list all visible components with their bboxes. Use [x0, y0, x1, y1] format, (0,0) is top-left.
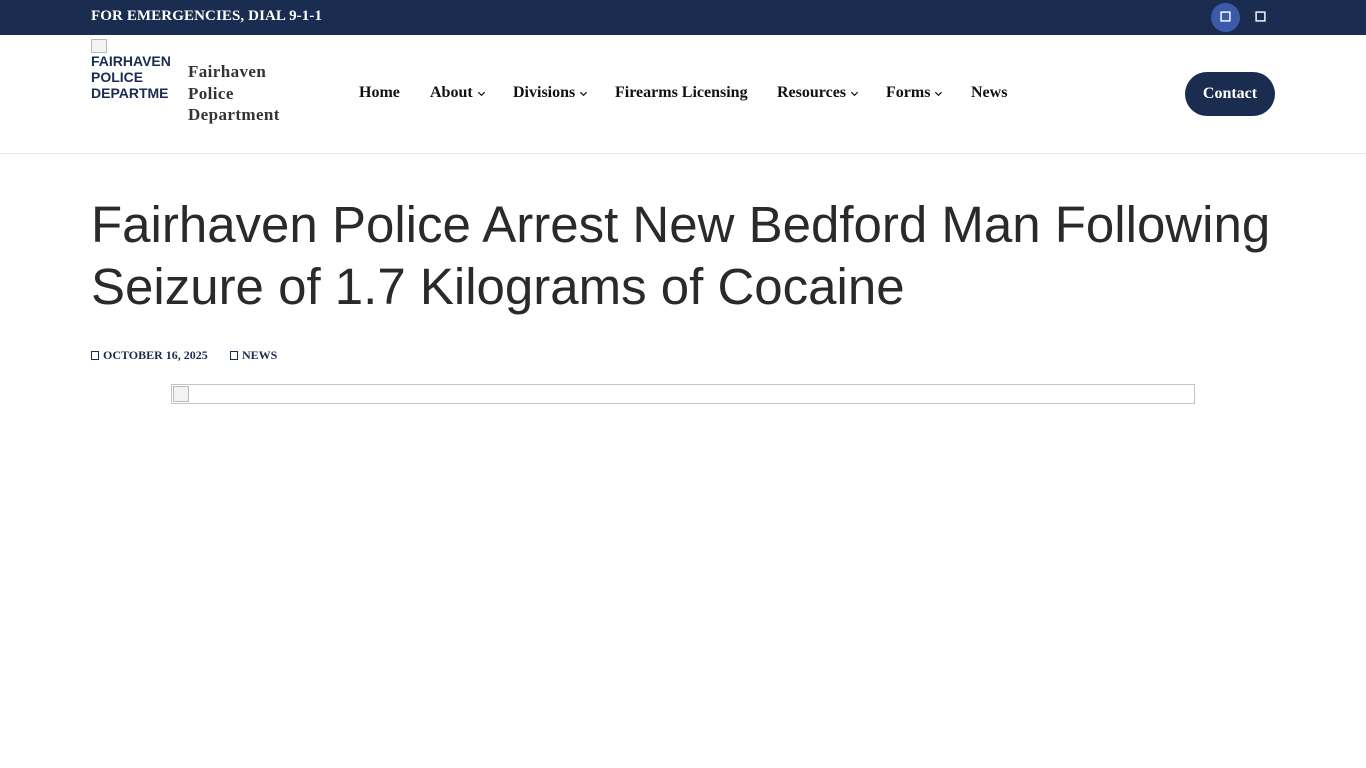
article-title: Fairhaven Police Arrest New Bedford Man … — [91, 196, 1271, 315]
nav-item-forms[interactable]: Forms — [886, 84, 943, 102]
site-name[interactable]: Fairhaven Police Department — [188, 61, 298, 126]
nav-item-label: About — [430, 84, 473, 101]
chevron-down-icon — [850, 91, 859, 96]
broken-image-icon — [173, 386, 189, 402]
emergency-notice: FOR EMERGENCIES, DIAL 9-1-1 — [91, 8, 323, 24]
nav-item-label: News — [971, 84, 1008, 101]
nav-item-label: Forms — [886, 84, 931, 101]
nav-item-label: Home — [359, 84, 400, 101]
site-logo[interactable]: FAIRHAVEN POLICE DEPARTME — [91, 39, 181, 103]
nav-item-news[interactable]: News — [971, 84, 1007, 102]
nav-item-firearms-licensing[interactable]: Firearms Licensing — [615, 84, 748, 102]
folder-icon — [230, 351, 238, 360]
contact-button[interactable]: Contact — [1185, 72, 1275, 116]
post-date-text: OCTOBER 16, 2025 — [103, 348, 208, 362]
calendar-icon — [91, 351, 99, 360]
featured-image — [171, 384, 1195, 404]
nav-item-label: Firearms Licensing — [615, 84, 748, 101]
chevron-down-icon — [935, 91, 943, 96]
nav-item-divisions[interactable]: Divisions — [513, 84, 588, 102]
post-category-text: NEWS — [242, 348, 278, 362]
top-bar: FOR EMERGENCIES, DIAL 9-1-1 — [0, 0, 1366, 35]
chevron-down-icon — [580, 91, 588, 96]
broken-image-icon — [91, 39, 107, 53]
facebook-link[interactable] — [1211, 3, 1240, 32]
nav-item-label: Resources — [777, 84, 847, 101]
twitter-icon — [1255, 9, 1266, 27]
twitter-link[interactable] — [1246, 3, 1275, 32]
nav-item-label: Divisions — [513, 84, 576, 101]
post-date[interactable]: OCTOBER 16, 2025 — [91, 348, 208, 363]
post-category[interactable]: NEWS — [230, 348, 277, 363]
nav-item-home[interactable]: Home — [359, 84, 400, 102]
site-header: FAIRHAVEN POLICE DEPARTME Fairhaven Poli… — [0, 35, 1366, 154]
nav-item-about[interactable]: About — [430, 84, 486, 102]
logo-alt-text: FAIRHAVEN POLICE DEPARTME — [91, 53, 171, 101]
nav-item-resources[interactable]: Resources — [777, 84, 859, 102]
facebook-icon — [1220, 9, 1231, 27]
chevron-down-icon — [477, 91, 485, 96]
